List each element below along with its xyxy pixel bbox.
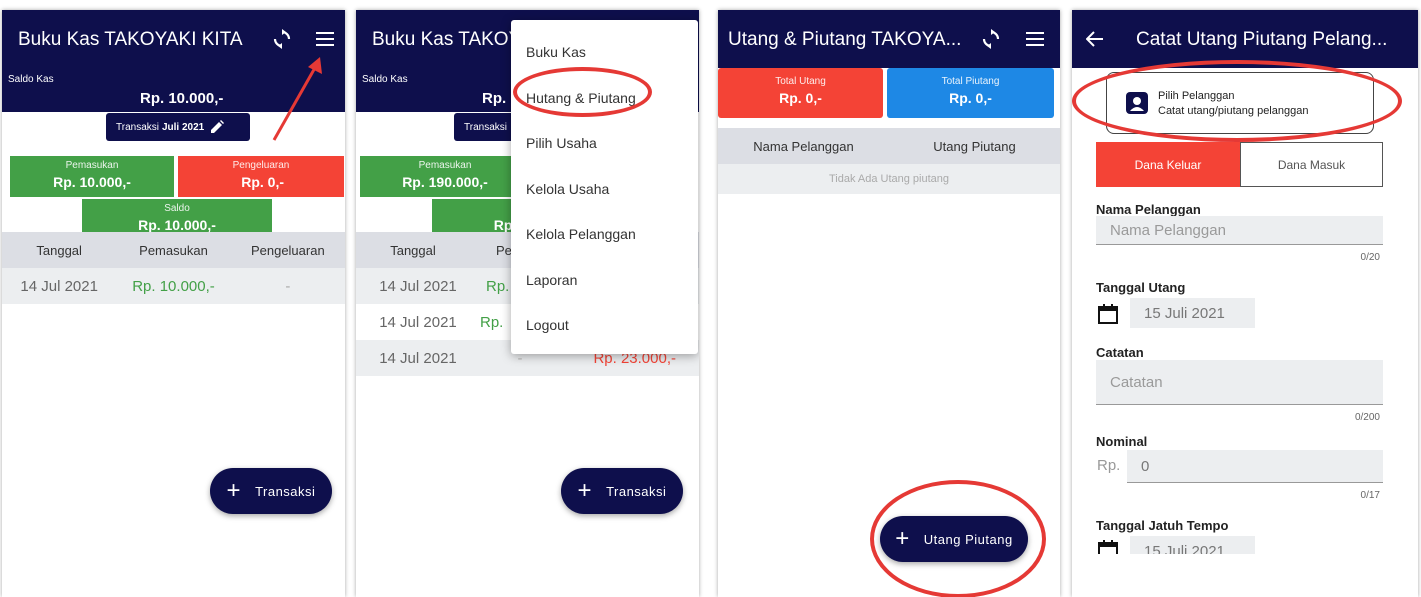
transaksi-period: Juli 2021	[161, 121, 205, 133]
catatan-label: Catatan	[1096, 345, 1144, 360]
pengeluaran-card: Pengeluaran Rp. 0,-	[178, 156, 344, 197]
transaksi-label: Transaksi	[464, 121, 507, 133]
row-tanggal: 14 Jul 2021	[379, 313, 457, 331]
jatuh-tempo-label: Tanggal Jatuh Tempo	[1096, 518, 1229, 533]
saldo-kas-label: Saldo Kas	[8, 74, 54, 85]
back-arrow-icon[interactable]	[1080, 24, 1110, 54]
edit-icon	[210, 120, 225, 134]
tanggal-utang-label: Tanggal Utang	[1096, 280, 1186, 295]
menu-item-kelola-pelanggan[interactable]: Kelola Pelanggan	[526, 226, 636, 242]
nominal-counter: 0/17	[1360, 490, 1380, 501]
table-row[interactable]: 14 Jul 2021 Rp. 10.000,- -	[2, 268, 345, 304]
plus-icon: +	[226, 477, 242, 504]
tab-dana-masuk[interactable]: Dana Masuk	[1240, 142, 1383, 187]
pengeluaran-label: Pengeluaran	[232, 160, 290, 171]
column-header: Nama Pelanggan	[753, 138, 854, 154]
add-transaksi-button[interactable]: + Transaksi	[561, 468, 683, 514]
table-header: Nama Pelanggan Utang Piutang	[718, 128, 1060, 164]
fab-label: Transaksi	[606, 483, 667, 499]
column-header: Pengeluaran	[250, 242, 325, 258]
annotation-arrow	[272, 57, 322, 141]
screen-utang-piutang: Utang & Piutang TAKOYA... Total Utang Rp…	[718, 10, 1060, 597]
pemasukan-value: Rp. 190.000,-	[402, 174, 488, 190]
row-pemasukan: Rp. 10.000,-	[132, 277, 215, 295]
catatan-counter: 0/200	[1354, 412, 1380, 423]
page-title: Buku Kas TAKOY	[372, 29, 522, 50]
tutorial-stage: Buku Kas TAKOYAKI KITA Saldo Kas Rp. 10.…	[0, 0, 1421, 597]
pemasukan-card: Pemasukan Rp. 10.000,-	[10, 156, 174, 197]
calendar-icon[interactable]	[1098, 304, 1118, 329]
menu-item-kelola-usaha[interactable]: Kelola Usaha	[526, 181, 609, 197]
nama-pelanggan-label: Nama Pelanggan	[1096, 202, 1201, 217]
saldo-label: Saldo	[164, 203, 190, 214]
total-utang-card: Total Utang Rp. 0,-	[718, 68, 883, 118]
page-title: Utang & Piutang TAKOYA...	[728, 29, 962, 50]
add-transaksi-button[interactable]: + Transaksi	[210, 468, 332, 514]
screen-bottom-mask	[1072, 554, 1418, 597]
menu-item-buku-kas[interactable]: Buku Kas	[526, 44, 586, 60]
fab-label: Transaksi	[255, 483, 316, 499]
nama-pelanggan-input[interactable]: Nama Pelanggan	[1096, 216, 1383, 245]
column-header: Tanggal	[390, 242, 436, 258]
nominal-input[interactable]: 0	[1127, 450, 1383, 483]
column-header: Utang Piutang	[933, 138, 1016, 154]
jatuh-tempo-input[interactable]: 15 Juli 2021	[1130, 536, 1255, 554]
pemasukan-card: Pemasukan Rp. 190.000,-	[360, 156, 530, 197]
pemasukan-label: Pemasukan	[418, 160, 472, 171]
row-tanggal: 14 Jul 2021	[379, 277, 457, 295]
tab-dana-keluar[interactable]: Dana Keluar	[1096, 142, 1240, 187]
pengeluaran-value: Rp. 0,-	[241, 174, 284, 190]
total-piutang-value: Rp. 0,-	[949, 90, 992, 106]
menu-icon[interactable]	[310, 24, 340, 54]
table-header: Tanggal Pemasukan Pengeluaran	[2, 232, 345, 268]
pemasukan-label: Pemasukan	[65, 160, 119, 171]
page-title: Buku Kas TAKOYAKI KITA	[18, 29, 243, 50]
total-utang-value: Rp. 0,-	[779, 90, 822, 106]
screen-catat-utang-piutang: Catat Utang Piutang Pelang... Pilih Pela…	[1072, 10, 1418, 597]
total-utang-label: Total Utang	[775, 76, 826, 87]
plus-icon: +	[577, 477, 593, 504]
transaksi-label: Transaksi	[116, 121, 159, 133]
jatuh-tempo-value: 15 Juli 2021	[1130, 536, 1255, 554]
total-piutang-card: Total Piutang Rp. 0,-	[887, 68, 1054, 118]
pemasukan-value: Rp. 10.000,-	[53, 174, 131, 190]
column-header: Pemasukan	[139, 242, 208, 258]
row-tanggal: 14 Jul 2021	[20, 277, 98, 295]
saldo-kas-value: Rp. 10.000,-	[140, 90, 224, 107]
nama-counter: 0/20	[1360, 252, 1380, 263]
screen-menu-open: Buku Kas TAKOY Saldo Kas Rp. Transaksi P…	[356, 10, 699, 597]
row-tanggal: 14 Jul 2021	[379, 349, 457, 367]
menu-item-pilih-usaha[interactable]: Pilih Usaha	[526, 135, 597, 151]
saldo-kas-value: Rp.	[482, 90, 507, 107]
menu-item-logout[interactable]: Logout	[526, 317, 569, 333]
nominal-label: Nominal	[1096, 434, 1148, 449]
row-pengeluaran: -	[285, 277, 291, 295]
screen-buku-kas: Buku Kas TAKOYAKI KITA Saldo Kas Rp. 10.…	[2, 10, 345, 597]
column-header: Tanggal	[36, 242, 82, 258]
app-bar: Utang & Piutang TAKOYA...	[718, 10, 1060, 68]
menu-item-laporan[interactable]: Laporan	[526, 272, 577, 288]
nominal-prefix: Rp.	[1097, 457, 1121, 474]
sync-icon[interactable]	[267, 24, 297, 54]
annotation-circle	[513, 67, 652, 117]
total-piutang-label: Total Piutang	[941, 76, 1000, 87]
annotation-circle	[1072, 60, 1402, 142]
tanggal-utang-input[interactable]: 15 Juli 2021	[1130, 298, 1255, 328]
empty-state: Tidak Ada Utang piutang	[718, 164, 1060, 194]
empty-text: Tidak Ada Utang piutang	[828, 173, 950, 185]
catatan-input[interactable]: Catatan	[1096, 360, 1383, 405]
page-title: Catat Utang Piutang Pelang...	[1136, 29, 1388, 50]
sync-icon[interactable]	[976, 24, 1006, 54]
transaksi-period-chip[interactable]: Transaksi Juli 2021	[106, 113, 250, 141]
saldo-kas-label: Saldo Kas	[362, 74, 408, 85]
saldo-value: Rp. 10.000,-	[138, 217, 216, 233]
annotation-circle	[870, 480, 1046, 597]
menu-icon[interactable]	[1020, 24, 1050, 54]
